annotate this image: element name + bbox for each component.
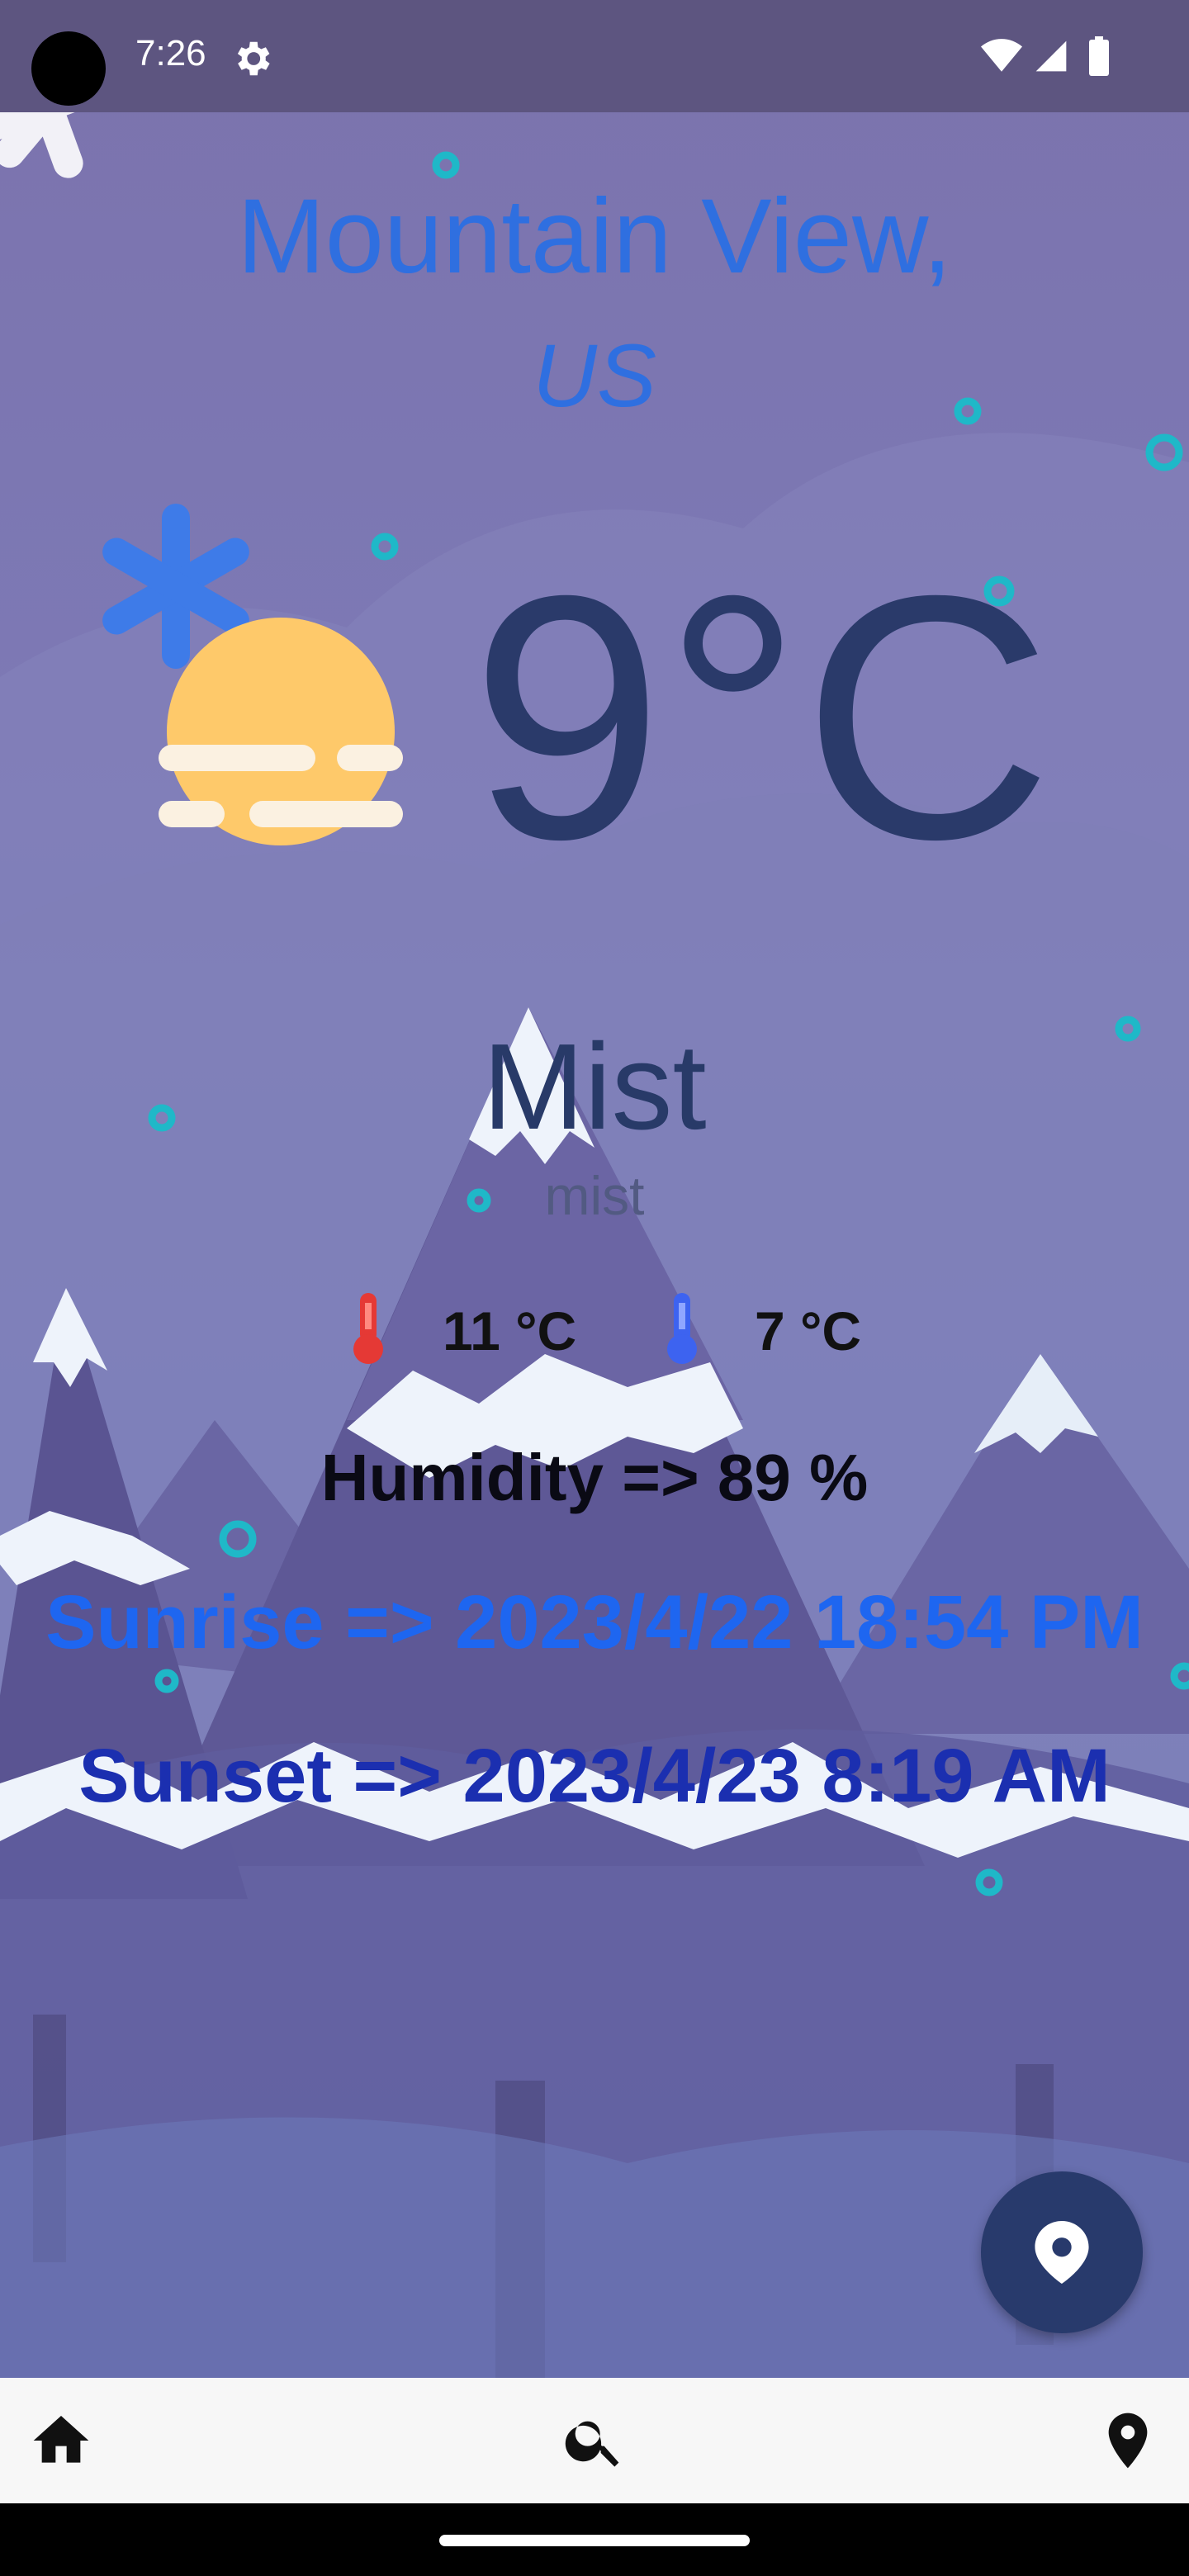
cell-signal-icon (1035, 40, 1067, 72)
wifi-icon (981, 39, 1022, 72)
nav-search-button[interactable] (561, 2408, 628, 2474)
location-pin-icon (1108, 2413, 1148, 2469)
sunrise-text: Sunrise => 2023/4/22 18:54 PM (45, 1580, 1144, 1664)
min-temperature: 7 °C (659, 1290, 890, 1372)
location-pin-icon (1035, 2221, 1089, 2284)
current-location-button[interactable] (981, 2171, 1143, 2333)
max-temperature-value: 11 °C (443, 1300, 577, 1361)
weather-description: mist (544, 1165, 645, 1226)
app-screen: 7:26 Mountain View, US 9°C Mist mist 11 … (0, 0, 1189, 2378)
humidity-text: Humidity => 89 % (320, 1441, 869, 1514)
current-temperature: 9°C (471, 524, 1053, 912)
battery-icon (1089, 36, 1109, 76)
front-camera (31, 31, 106, 106)
sunset-text: Sunset => 2023/4/23 8:19 AM (78, 1734, 1111, 1818)
gesture-navigation-area (0, 2503, 1189, 2576)
search-icon (565, 2421, 619, 2467)
min-temperature-value: 7 °C (755, 1300, 862, 1361)
settings-gear-icon (237, 41, 270, 76)
status-time: 7:26 (135, 33, 206, 73)
thermometer-hot-icon (353, 1293, 383, 1364)
max-temperature: 11 °C (345, 1290, 593, 1372)
gesture-handle[interactable] (439, 2535, 750, 2546)
status-bar: 7:26 (0, 0, 1189, 112)
nav-home-button[interactable] (28, 2408, 94, 2474)
country-code: US (532, 325, 657, 425)
nav-location-button[interactable] (1095, 2408, 1161, 2474)
home-icon (33, 2416, 89, 2463)
mist-sun-icon (102, 504, 403, 845)
city-name: Mountain View, (237, 178, 952, 296)
bottom-navigation (0, 2378, 1189, 2503)
weather-condition: Mist (482, 1019, 707, 1155)
thermometer-cold-icon (667, 1293, 697, 1364)
